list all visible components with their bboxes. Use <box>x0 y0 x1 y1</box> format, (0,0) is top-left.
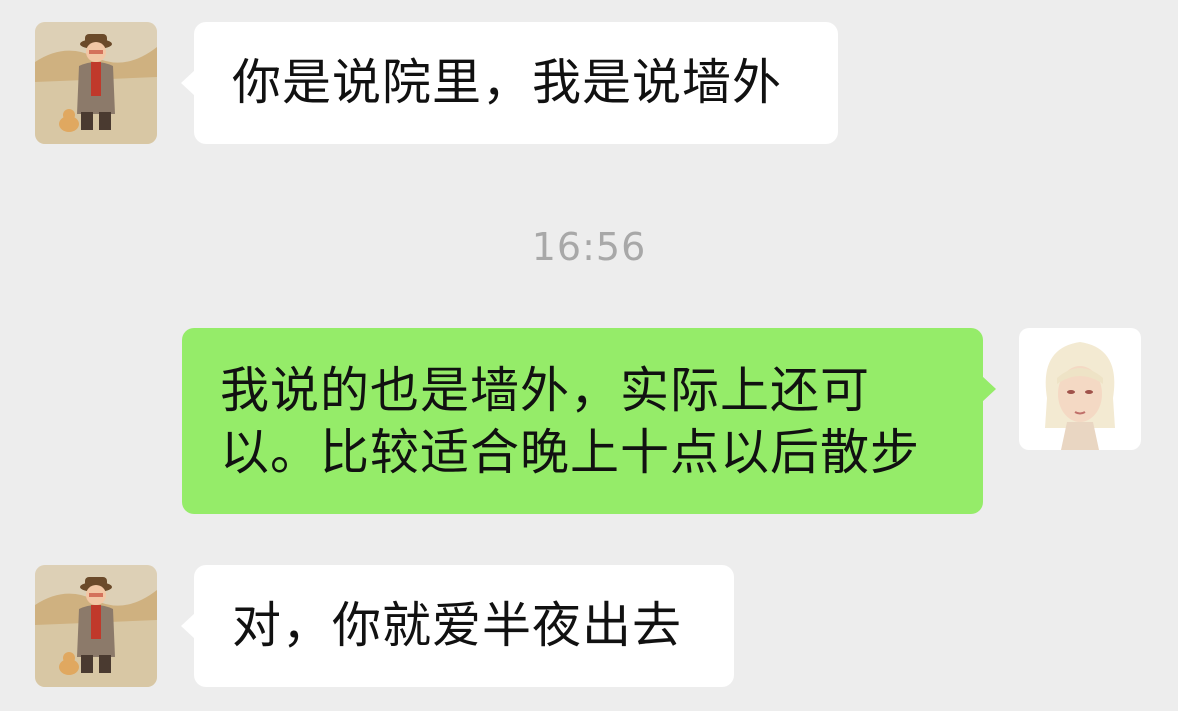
message-timestamp: 16:56 <box>531 225 647 269</box>
message-bubble-outgoing[interactable]: 我说的也是墙外，实际上还可 以。比较适合晚上十点以后散步 <box>182 328 996 514</box>
message-bubble[interactable]: 你是说院里，我是说墙外 <box>181 22 838 144</box>
message-bubble[interactable]: 对，你就爱半夜出去 <box>181 565 734 687</box>
self-avatar[interactable] <box>1019 328 1141 450</box>
message-text-line: 我说的也是墙外，实际上还可 <box>220 362 871 419</box>
old-man-with-cat-icon <box>35 22 157 144</box>
contact-avatar[interactable] <box>35 565 157 687</box>
bubble-tail <box>181 70 195 96</box>
bubble-tail <box>982 376 996 402</box>
white-haired-girl-icon <box>1019 328 1141 450</box>
contact-avatar[interactable] <box>35 22 157 144</box>
bubble-tail <box>181 613 195 639</box>
old-man-with-cat-icon <box>35 565 157 687</box>
message-text: 你是说院里，我是说墙外 <box>232 54 783 111</box>
message-text-line: 以。比较适合晚上十点以后散步 <box>220 424 921 481</box>
message-text: 对，你就爱半夜出去 <box>232 597 683 654</box>
